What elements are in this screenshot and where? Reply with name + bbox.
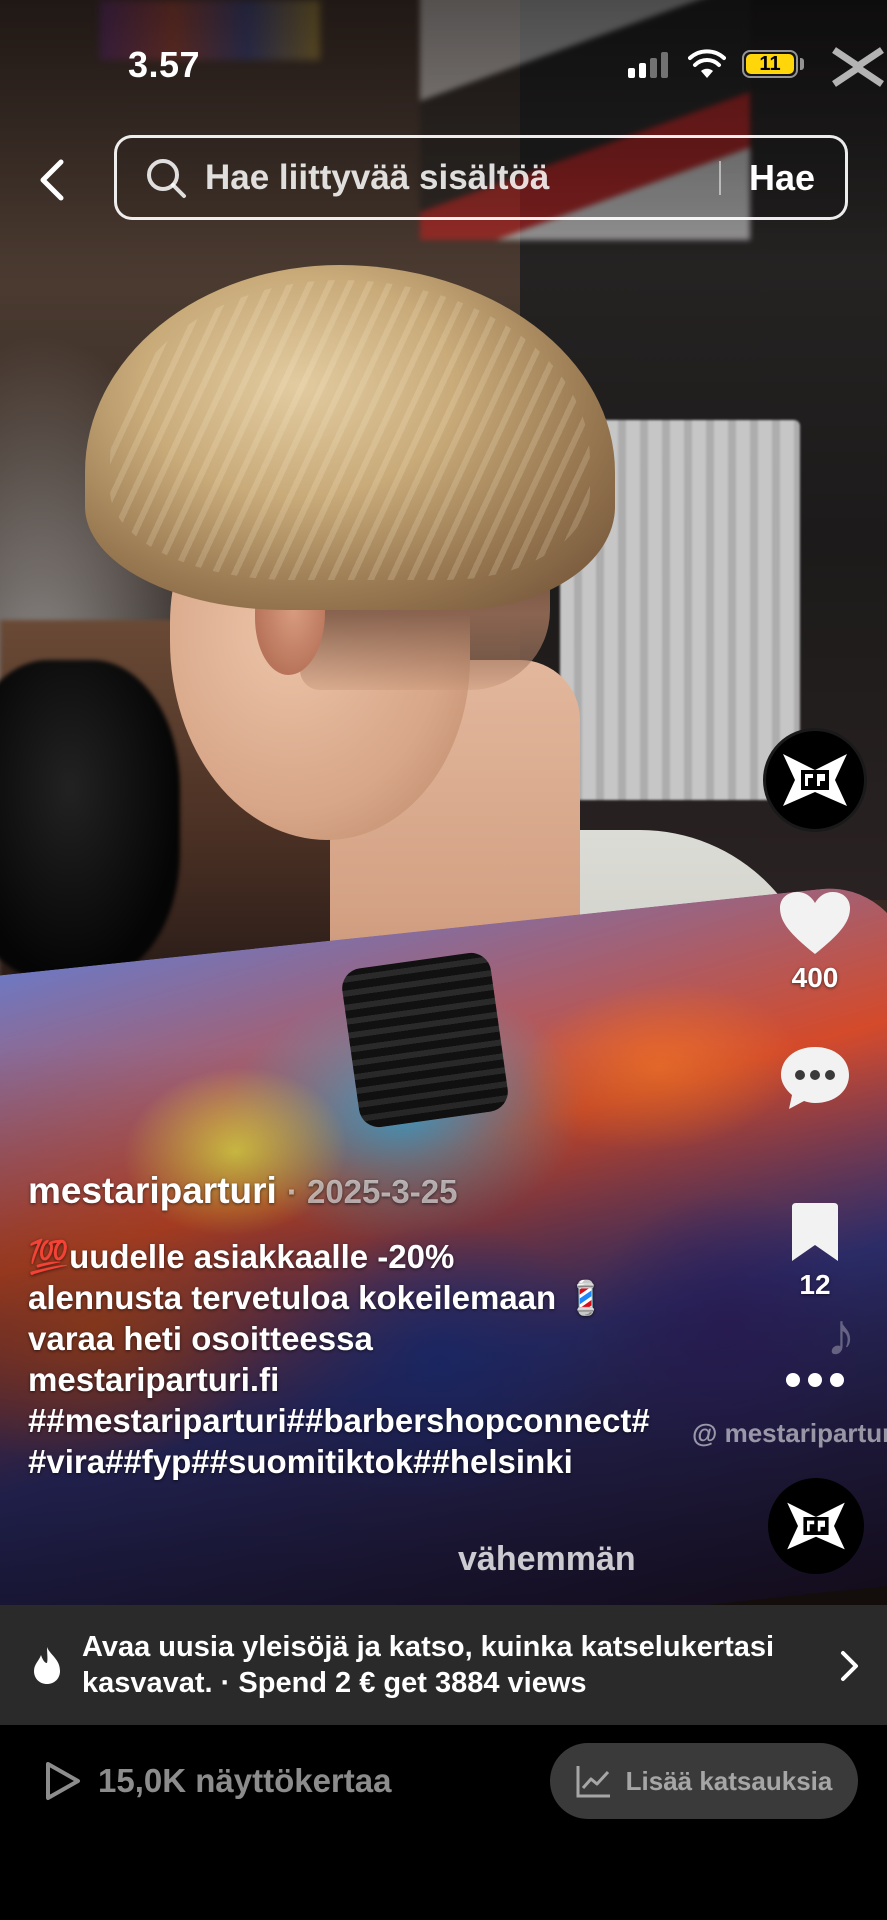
creator-logo-icon [783,754,847,806]
battery-icon: 11 [742,50,798,78]
analytics-chart-icon [576,1766,610,1798]
creator-avatar[interactable] [763,728,867,832]
comment-icon [781,1047,849,1109]
cellular-signal-icon [628,52,668,78]
caption-line: 💯uudelle asiakkaalle -20% [28,1238,455,1275]
search-bar[interactable]: Hae [114,135,848,220]
status-time: 3.57 [128,44,201,85]
search-divider [718,160,721,195]
post-caption: 💯uudelle asiakkaalle -20% alennusta terv… [28,1236,658,1482]
search-button[interactable]: Hae [749,157,815,199]
bottom-bar: 15,0K näyttökertaa Lisää katsauksia [0,1725,887,1920]
post-date: · 2025-3-25 [286,1173,458,1210]
battery-level: 11 [746,53,794,75]
view-count: 15,0K näyttökertaa [44,1760,391,1802]
back-button[interactable] [28,150,76,210]
tiktok-logo-icon [832,47,884,87]
bookmark-button[interactable]: 12 [760,1203,870,1301]
wifi-icon [688,49,726,78]
play-icon [46,1762,80,1800]
heart-icon [780,892,850,954]
caption-line: mestariparturi.fi [28,1361,280,1398]
like-button[interactable]: 400 [760,890,870,994]
caption-hashtags[interactable]: ##mestariparturi##barbershopconnect##vir… [28,1400,658,1482]
caption-line: varaa heti osoitteessa [28,1320,373,1357]
comment-button[interactable] [760,1045,870,1111]
more-options-button[interactable] [760,1370,870,1390]
creator-watermark: @ mestariparturi [692,1418,887,1448]
bookmark-icon [792,1203,838,1261]
chevron-right-icon [841,1651,858,1681]
post-meta: mestariparturi · 2025-3-25 [28,1170,457,1212]
background-sink [0,660,180,980]
promote-banner[interactable]: Avaa uusia yleisöjä ja katso, kuinka kat… [0,1605,887,1725]
more-insights-label: Lisää katsauksia [625,1765,833,1796]
tiktok-watermark-icon: ♪ [826,1301,856,1368]
show-less-button[interactable]: vähemmän [458,1540,636,1579]
like-count: 400 [791,962,839,993]
creator-logo-icon [787,1502,845,1550]
bookmark-count: 12 [799,1269,831,1300]
search-icon [147,158,186,198]
more-icon [786,1373,844,1387]
view-count-label: 15,0K näyttökertaa [98,1762,392,1799]
more-insights-button[interactable]: Lisää katsauksia [550,1743,858,1819]
promote-text: Avaa uusia yleisöjä ja katso, kuinka kat… [82,1631,775,1699]
battery-nub [800,58,804,70]
search-input[interactable] [205,157,719,198]
top-shade [0,0,887,260]
flame-icon [34,1647,60,1684]
caption-line: alennusta tervetuloa kokeilemaan 💈 [28,1279,607,1316]
music-disc-button[interactable] [768,1478,864,1574]
author-name[interactable]: mestariparturi [28,1170,277,1212]
chevron-left-icon [40,159,64,201]
